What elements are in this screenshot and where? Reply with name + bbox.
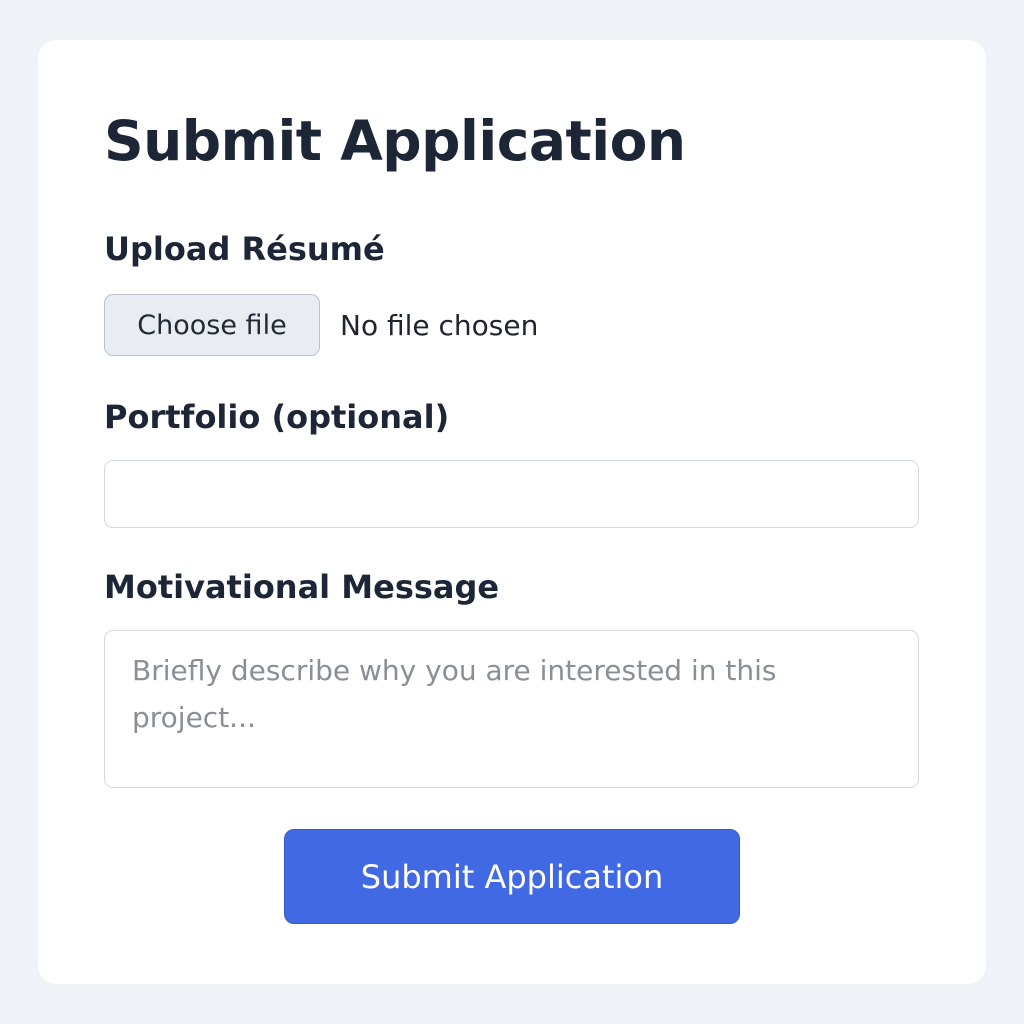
submit-application-button[interactable]: Submit Application <box>284 829 740 924</box>
portfolio-input[interactable] <box>104 460 919 528</box>
choose-file-button[interactable]: Choose file <box>104 294 320 356</box>
resume-file-picker: Choose file No file chosen <box>104 294 538 356</box>
portfolio-label: Portfolio (optional) <box>104 398 450 436</box>
application-form-card: Submit Application Upload Résumé Choose … <box>38 40 986 984</box>
form-title: Submit Application <box>104 109 686 173</box>
motivational-message-label: Motivational Message <box>104 568 500 606</box>
resume-upload-label: Upload Résumé <box>104 230 385 268</box>
motivational-message-textarea[interactable] <box>104 630 919 788</box>
file-status-text: No file chosen <box>340 308 539 342</box>
